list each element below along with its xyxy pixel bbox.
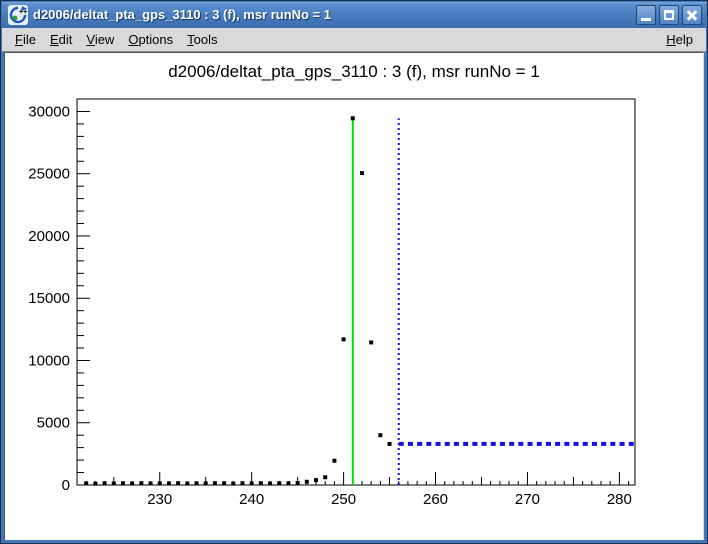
menu-item-edit[interactable]: Edit [43, 29, 79, 50]
data-point [351, 116, 355, 120]
data-point [176, 481, 180, 485]
root-canvas-window: ++ d2006/deltat_pta_gps_3110 : 3 (f), ms… [0, 0, 708, 544]
menu-item-tools[interactable]: Tools [180, 29, 224, 50]
data-point [360, 171, 364, 175]
menu-bar: FileEditViewOptionsTools Help [2, 28, 706, 52]
minimize-icon [641, 18, 651, 21]
data-point [130, 482, 134, 486]
data-point [250, 481, 254, 485]
data-point [296, 481, 300, 485]
plot-area[interactable]: 230 240 250 260 270 280 0 5000 10000 15000 20000 25… [5, 53, 705, 539]
data-point [103, 481, 107, 485]
data-point [139, 481, 143, 485]
x-axis-tick-label: 230 [147, 491, 172, 508]
y-axis-tick-label: 5000 [37, 415, 70, 432]
maximize-icon [664, 10, 674, 20]
data-point [167, 482, 171, 486]
close-button[interactable] [682, 5, 702, 25]
x-axis-tick-label: 260 [423, 491, 448, 508]
plot-title: d2006/deltat_pta_gps_3110 : 3 (f), msr r… [5, 62, 703, 82]
data-point [305, 480, 309, 484]
y-axis-tick-label: 25000 [28, 166, 70, 183]
data-point [277, 481, 281, 485]
data-point [388, 442, 392, 446]
data-point [268, 482, 272, 486]
menu-item-options[interactable]: Options [121, 29, 180, 50]
menu-items-right: Help [659, 29, 700, 50]
x-axis-tick-label: 240 [239, 491, 264, 508]
menu-items-left: FileEditViewOptionsTools [8, 29, 225, 50]
data-point [332, 459, 336, 463]
data-point [314, 478, 318, 482]
data-point [204, 481, 208, 485]
y-axis-tick-label: 20000 [28, 228, 70, 245]
data-point [84, 481, 88, 485]
data-point [222, 481, 226, 485]
data-point [286, 481, 290, 485]
data-point [112, 482, 116, 486]
y-axis-tick-label: 15000 [28, 290, 70, 307]
data-point [323, 475, 327, 479]
maximize-button[interactable] [659, 5, 679, 25]
menu-item-file[interactable]: File [8, 29, 43, 50]
menu-item-help[interactable]: Help [659, 29, 700, 50]
data-point [195, 481, 199, 485]
x-axis-tick-label: 280 [607, 491, 632, 508]
x-axis-tick-label: 270 [515, 491, 540, 508]
data-point [369, 340, 373, 344]
data-point [342, 337, 346, 341]
menu-item-view[interactable]: View [79, 29, 121, 50]
data-point [121, 481, 125, 485]
data-point [378, 433, 382, 437]
minimize-button[interactable] [636, 5, 656, 25]
data-point [149, 481, 153, 485]
y-axis-tick-label: 0 [62, 477, 70, 494]
root-logo-icon: ++ [8, 5, 28, 25]
x-axis-tick-label: 250 [331, 491, 356, 508]
window-title: d2006/deltat_pta_gps_3110 : 3 (f), msr r… [33, 2, 636, 28]
svg-text:++: ++ [19, 9, 27, 16]
data-point [240, 481, 244, 485]
data-point [259, 481, 263, 485]
window-controls [636, 5, 702, 25]
y-axis-tick-label: 30000 [28, 103, 70, 120]
y-axis-tick-label: 10000 [28, 352, 70, 369]
data-point [158, 481, 162, 485]
window-titlebar[interactable]: ++ d2006/deltat_pta_gps_3110 : 3 (f), ms… [2, 2, 706, 28]
plot-canvas[interactable]: d2006/deltat_pta_gps_3110 : 3 (f), msr r… [4, 52, 704, 540]
plot-frame [77, 99, 635, 485]
data-point [93, 482, 97, 486]
data-point [185, 482, 189, 486]
data-point [231, 482, 235, 486]
data-point [213, 481, 217, 485]
